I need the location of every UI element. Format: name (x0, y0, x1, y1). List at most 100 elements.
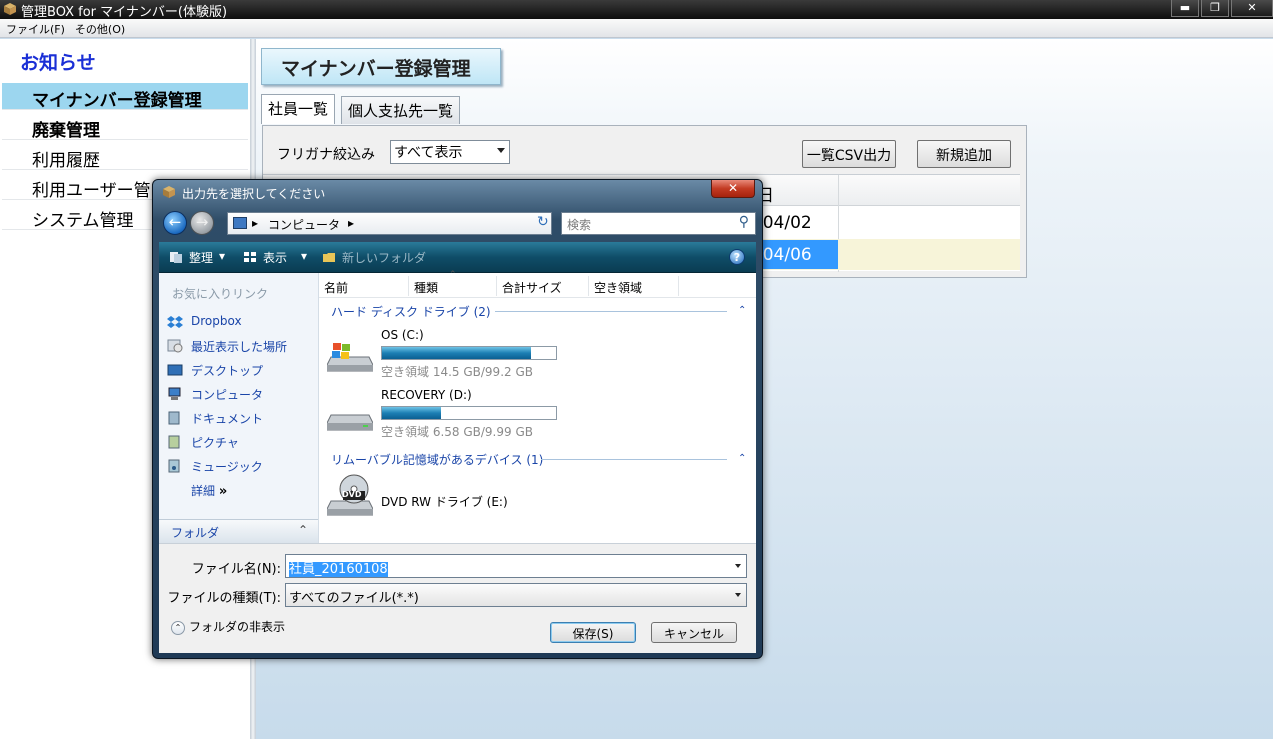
navigation-row: ← → ▸ コンピュータ ▸ ↻ 検索 ⚲ (159, 208, 756, 240)
address-bar[interactable]: ▸ コンピュータ ▸ (227, 212, 552, 235)
chevron-up-icon[interactable]: ⌃ (738, 453, 746, 464)
address-path[interactable]: コンピュータ (268, 218, 340, 232)
furigana-filter-select[interactable]: すべて表示 (390, 140, 510, 164)
favorites-heading: お気に入りリンク (172, 287, 269, 301)
dialog-footer: ファイル名(N): 社員_20160108 ファイルの種類(T): すべてのファ… (159, 543, 756, 653)
back-button[interactable]: ← (163, 211, 187, 235)
drive-c-free-space: 空き領域 14.5 GB/99.2 GB (381, 365, 533, 379)
new-folder-button[interactable]: 新しいフォルダ (342, 249, 426, 266)
grid-cell-date-1[interactable]: /04/02 (757, 213, 812, 233)
dialog-title: 出力先を選択してください (182, 187, 326, 201)
drive-c-usage-fill (382, 347, 531, 359)
filetype-label: ファイルの種類(T): (167, 591, 281, 606)
sidebar-item-disposal[interactable]: 廃棄管理 (2, 113, 248, 141)
chevron-up-icon: ⌃ (171, 620, 185, 635)
computer-icon (168, 387, 181, 400)
hide-folders-toggle[interactable]: ⌃ フォルダの非表示 (171, 618, 285, 635)
app-box-icon (4, 3, 16, 15)
organize-button[interactable]: 整理 (189, 249, 213, 266)
sidebar-heading-notice[interactable]: お知らせ (20, 48, 96, 75)
filetype-select[interactable]: すべてのファイル(*.*) (285, 583, 747, 607)
filename-input[interactable]: 社員_20160108 (285, 554, 747, 578)
file-list: 名前 種類 ⌃ 合計サイズ 空き領域 ハード ディスク ドライブ (2) ⌃ O… (319, 270, 756, 543)
section-title: マイナンバー登録管理 (261, 48, 501, 85)
address-separator-icon[interactable]: ▸ (348, 216, 354, 230)
nav-item-desktop[interactable]: デスクトップ (191, 362, 263, 379)
furigana-filter-label: フリガナ絞込み (277, 147, 375, 163)
view-button[interactable]: 表示 (263, 249, 287, 266)
app-box-icon (163, 186, 175, 198)
furigana-filter-value: すべて表示 (394, 145, 463, 161)
desktop-icon (167, 364, 183, 376)
dialog-close-button[interactable]: ✕ (711, 180, 755, 198)
chevron-down-icon: ▾ (219, 249, 226, 263)
organize-icon (170, 252, 182, 263)
chevron-up-icon: ⌃ (297, 523, 308, 537)
chevron-up-icon[interactable]: ⌃ (738, 305, 746, 316)
drive-d-usage-fill (382, 407, 442, 419)
tab-payees[interactable]: 個人支払先一覧 (341, 96, 461, 124)
menu-file[interactable]: ファイル(F) (0, 19, 69, 37)
nav-item-pictures[interactable]: ピクチャ (191, 434, 239, 451)
cancel-button[interactable]: キャンセル (651, 622, 737, 643)
grid-cell-date-2[interactable]: /04/06 (757, 245, 812, 265)
refresh-icon: ↻ (537, 214, 549, 230)
view-icon (244, 252, 256, 262)
group-header-removable[interactable]: リムーバブル記憶域があるデバイス (1) (331, 451, 543, 468)
close-window-button[interactable]: ✕ (1231, 0, 1273, 17)
drive-d-name[interactable]: RECOVERY (D:) (381, 388, 472, 402)
drive-c-usage-bar (381, 346, 557, 360)
folders-label: フォルダ (171, 526, 220, 540)
chevron-down-icon (735, 593, 741, 597)
filetype-value: すべてのファイル(*.*) (289, 591, 419, 606)
group-header-hdd[interactable]: ハード ディスク ドライブ (2) (331, 303, 491, 320)
menu-bar: ファイル(F) その他(O) (0, 19, 1273, 38)
save-button[interactable]: 保存(S) (550, 622, 636, 643)
column-free-space[interactable]: 空き領域 (589, 276, 679, 296)
computer-icon (233, 217, 247, 229)
tab-employees[interactable]: 社員一覧 (261, 94, 336, 124)
chevron-down-icon[interactable] (735, 564, 741, 568)
maximize-button[interactable]: ❐ (1201, 0, 1229, 17)
minimize-button[interactable]: ▬ (1171, 0, 1199, 17)
nav-item-dropbox[interactable]: Dropbox (191, 314, 242, 328)
add-new-button[interactable]: 新規追加 (917, 140, 1011, 168)
forward-button[interactable]: → (190, 211, 214, 235)
double-chevron-icon: » (218, 484, 228, 499)
address-separator-icon: ▸ (252, 216, 259, 230)
window-title: 管理BOX for マイナンバー(体験版) (21, 5, 228, 20)
dvd-badge: DVD (342, 490, 362, 499)
column-name[interactable]: 名前 (319, 276, 409, 296)
filename-value: 社員_20160108 (289, 562, 388, 577)
dropbox-icon (167, 316, 183, 328)
drive-d-usage-bar (381, 406, 557, 420)
sidebar-item-mynumber[interactable]: マイナンバー登録管理 (2, 83, 248, 111)
nav-item-computer[interactable]: コンピュータ (191, 386, 263, 403)
title-bar: 管理BOX for マイナンバー(体験版) ▬ ❐ ✕ (0, 0, 1273, 20)
folders-toggle[interactable]: フォルダ ⌃ (159, 519, 318, 543)
nav-more-link[interactable]: 詳細 » (191, 482, 227, 499)
csv-export-button[interactable]: 一覧CSV出力 (802, 140, 896, 168)
save-dialog: 出力先を選択してください ✕ ← → ▸ コンピュータ ▸ ↻ 検索 ⚲ 整理 … (152, 179, 763, 659)
sidebar-item-history[interactable]: 利用履歴 (2, 143, 248, 171)
drive-c-name[interactable]: OS (C:) (381, 328, 424, 342)
chevron-down-icon: ▾ (301, 249, 308, 263)
column-total-size[interactable]: 合計サイズ (497, 276, 589, 296)
new-folder-icon (323, 253, 335, 262)
filename-label: ファイル名(N): (191, 562, 281, 577)
hide-folders-label: フォルダの非表示 (189, 620, 286, 634)
windows-drive-icon (327, 343, 373, 372)
refresh-button[interactable]: ↻ (532, 212, 554, 235)
recent-places-icon (167, 339, 183, 353)
nav-item-recent[interactable]: 最近表示した場所 (191, 338, 287, 355)
help-icon[interactable]: ? (729, 249, 745, 265)
nav-item-music[interactable]: ミュージック (191, 458, 263, 475)
search-input[interactable]: 検索 ⚲ (561, 212, 756, 235)
drive-e-name[interactable]: DVD RW ドライブ (E:) (381, 493, 508, 510)
search-icon[interactable]: ⚲ (739, 214, 749, 230)
navigation-pane: お気に入りリンク Dropbox 最近表示した場所 デスクトップ コンピュータ … (159, 273, 319, 543)
menu-other[interactable]: その他(O) (69, 19, 129, 37)
drive-d-free-space: 空き領域 6.58 GB/9.99 GB (381, 425, 533, 439)
documents-icon (168, 411, 180, 425)
nav-item-documents[interactable]: ドキュメント (191, 410, 263, 427)
